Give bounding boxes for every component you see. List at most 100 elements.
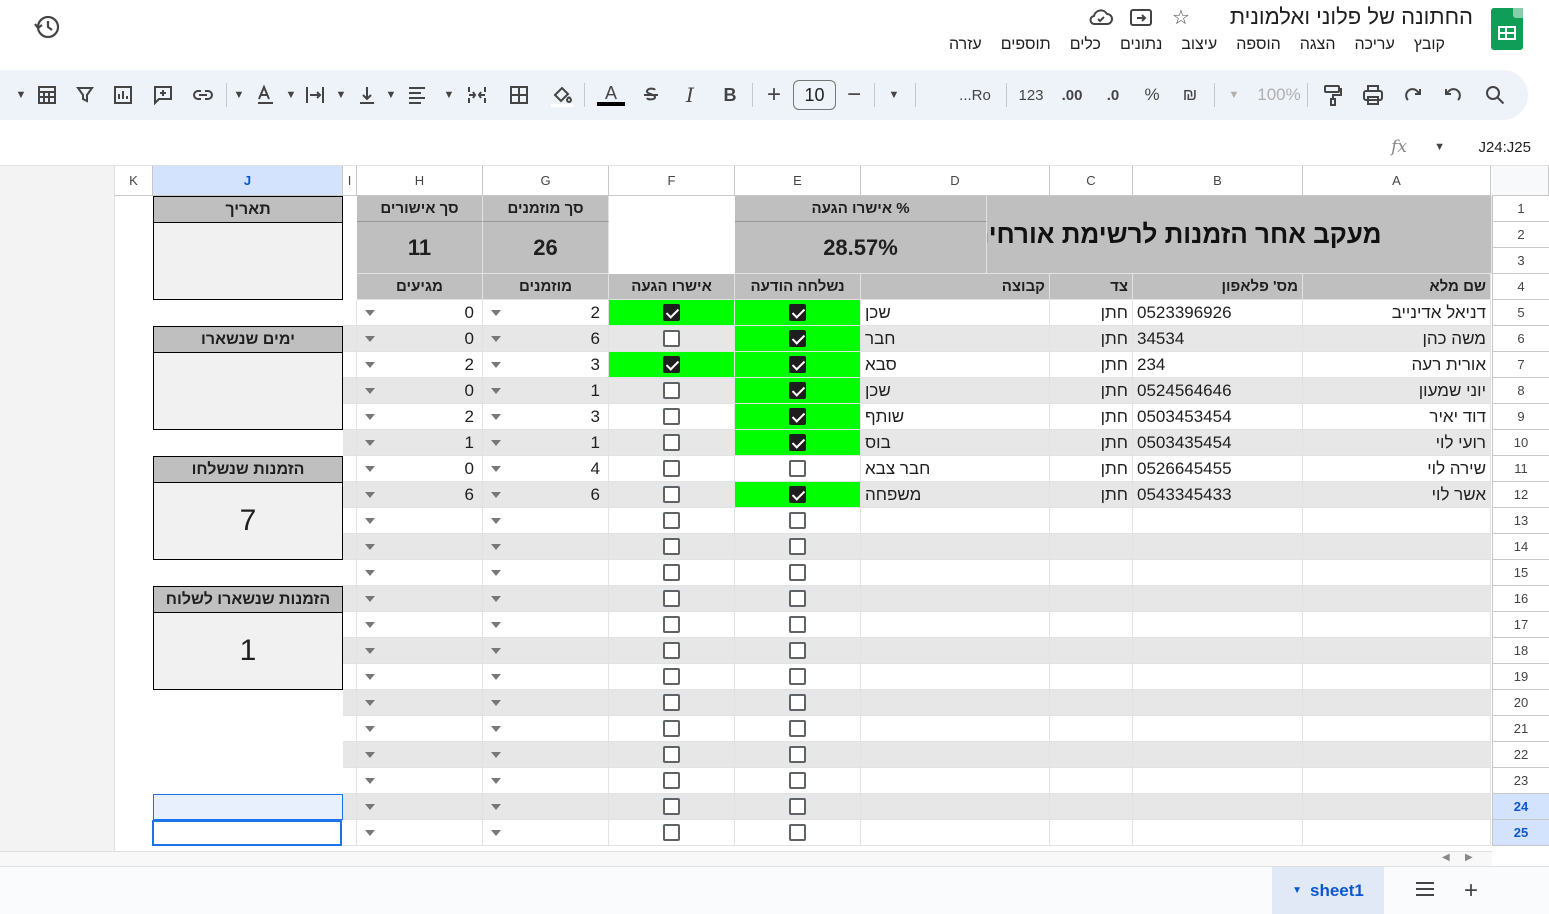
arriving-dropdown[interactable]: [357, 612, 483, 638]
more-formats-button[interactable]: 123: [1016, 82, 1046, 108]
dropdown-chevron-icon[interactable]: [365, 492, 375, 498]
dropdown-chevron-icon[interactable]: [491, 414, 501, 420]
dropdown-chevron-icon[interactable]: [491, 778, 501, 784]
guest-name[interactable]: רועי לוי: [1303, 430, 1491, 456]
empty-cell[interactable]: [1303, 742, 1491, 768]
confirmed-checkbox[interactable]: [663, 330, 680, 347]
empty-cell[interactable]: [1133, 612, 1303, 638]
guest-name[interactable]: אשר לוי: [1303, 482, 1491, 508]
confirmed-checkbox[interactable]: [663, 486, 680, 503]
star-icon[interactable]: ☆: [1168, 4, 1194, 30]
sent-checkbox[interactable]: [789, 642, 806, 659]
arriving-dropdown[interactable]: 0: [357, 378, 483, 404]
arriving-dropdown[interactable]: 0: [357, 456, 483, 482]
functions-chevron-icon[interactable]: ▼: [14, 82, 28, 108]
row-header-18[interactable]: 18: [1492, 638, 1549, 664]
sent-checkbox[interactable]: [789, 798, 806, 815]
invited-dropdown[interactable]: [483, 638, 609, 664]
sent-checkbox[interactable]: [789, 746, 806, 763]
empty-cell[interactable]: [1303, 534, 1491, 560]
dropdown-chevron-icon[interactable]: [365, 518, 375, 524]
borders-icon[interactable]: [506, 82, 532, 108]
invited-dropdown[interactable]: [483, 508, 609, 534]
empty-cell[interactable]: [1303, 716, 1491, 742]
dropdown-chevron-icon[interactable]: [491, 544, 501, 550]
functions-icon[interactable]: [34, 82, 60, 108]
column-header-d[interactable]: D: [861, 166, 1050, 196]
guest-phone[interactable]: 0543345433: [1133, 482, 1303, 508]
guest-group[interactable]: חבר צבא: [861, 456, 1050, 482]
name-box-chevron-icon[interactable]: ▼: [1434, 141, 1445, 153]
select-all-corner[interactable]: [1492, 166, 1549, 196]
empty-cell[interactable]: [1050, 534, 1133, 560]
text-wrap-icon[interactable]: [302, 82, 328, 108]
header-phone[interactable]: מס' פלאפון: [1133, 274, 1303, 300]
guest-side[interactable]: חתן: [1050, 378, 1133, 404]
document-title[interactable]: החתונה של פלוני ואלמונית: [1230, 4, 1473, 30]
rotation-chevron-icon[interactable]: ▼: [232, 82, 246, 108]
row-header-13[interactable]: 13: [1492, 508, 1549, 534]
sent-checkbox[interactable]: [789, 460, 806, 477]
column-header-j[interactable]: J: [153, 166, 343, 196]
invited-dropdown[interactable]: 1: [483, 430, 609, 456]
invited-dropdown[interactable]: [483, 586, 609, 612]
dropdown-chevron-icon[interactable]: [491, 466, 501, 472]
decrease-font-size-icon[interactable]: −: [842, 81, 866, 108]
invited-dropdown[interactable]: 4: [483, 456, 609, 482]
empty-cell[interactable]: [1050, 638, 1133, 664]
menu-insert[interactable]: הוספה: [1236, 36, 1281, 54]
empty-cell[interactable]: [1303, 820, 1491, 846]
guest-name[interactable]: אורית רעה: [1303, 352, 1491, 378]
add-sheet-icon[interactable]: +: [1464, 877, 1478, 905]
invited-dropdown[interactable]: 3: [483, 404, 609, 430]
sent-checkbox[interactable]: [789, 486, 806, 503]
dropdown-chevron-icon[interactable]: [365, 414, 375, 420]
empty-cell[interactable]: [1050, 508, 1133, 534]
row-header-16[interactable]: 16: [1492, 586, 1549, 612]
dropdown-chevron-icon[interactable]: [365, 466, 375, 472]
dropdown-chevron-icon[interactable]: [491, 804, 501, 810]
invited-dropdown[interactable]: [483, 820, 609, 846]
filter-icon[interactable]: [72, 82, 98, 108]
arriving-dropdown[interactable]: [357, 560, 483, 586]
empty-cell[interactable]: [1133, 508, 1303, 534]
confirmed-checkbox[interactable]: [663, 460, 680, 477]
empty-cell[interactable]: [1303, 638, 1491, 664]
pct-confirmed-label[interactable]: % אישרו הגעה: [735, 196, 987, 222]
scroll-left-icon[interactable]: ◀: [1442, 852, 1450, 863]
dropdown-chevron-icon[interactable]: [365, 622, 375, 628]
dropdown-chevron-icon[interactable]: [491, 596, 501, 602]
sheets-logo[interactable]: [1491, 8, 1523, 50]
row-header-17[interactable]: 17: [1492, 612, 1549, 638]
sent-checkbox[interactable]: [789, 512, 806, 529]
header-group[interactable]: קבוצה: [861, 274, 1050, 300]
text-color-button[interactable]: A: [596, 82, 626, 108]
font-size-input[interactable]: 10: [793, 80, 836, 110]
menu-data[interactable]: נתונים: [1120, 36, 1162, 54]
sent-checkbox[interactable]: [789, 356, 806, 373]
arriving-dropdown[interactable]: [357, 534, 483, 560]
column-header-i[interactable]: I: [343, 166, 357, 196]
arriving-dropdown[interactable]: [357, 716, 483, 742]
empty-cell[interactable]: [1050, 820, 1133, 846]
row-header-24[interactable]: 24: [1492, 794, 1549, 820]
confirmed-checkbox[interactable]: [663, 434, 680, 451]
arriving-dropdown[interactable]: 6: [357, 482, 483, 508]
empty-cell[interactable]: [1133, 742, 1303, 768]
dropdown-chevron-icon[interactable]: [365, 726, 375, 732]
dropdown-chevron-icon[interactable]: [365, 336, 375, 342]
font-chevron-icon[interactable]: ▼: [886, 82, 902, 108]
selected-range[interactable]: [153, 794, 343, 820]
guest-side[interactable]: חתן: [1050, 326, 1133, 352]
arriving-dropdown[interactable]: [357, 664, 483, 690]
dropdown-chevron-icon[interactable]: [491, 674, 501, 680]
dropdown-chevron-icon[interactable]: [491, 362, 501, 368]
column-header-b[interactable]: B: [1133, 166, 1303, 196]
empty-cell[interactable]: [861, 612, 1050, 638]
sent-checkbox[interactable]: [789, 694, 806, 711]
guest-group[interactable]: שכן: [861, 300, 1050, 326]
dropdown-chevron-icon[interactable]: [365, 778, 375, 784]
header-arriving[interactable]: מגיעים: [357, 274, 483, 300]
horizontal-scrollbar[interactable]: ◀ ▶: [0, 851, 1492, 866]
search-icon[interactable]: [1482, 82, 1508, 108]
